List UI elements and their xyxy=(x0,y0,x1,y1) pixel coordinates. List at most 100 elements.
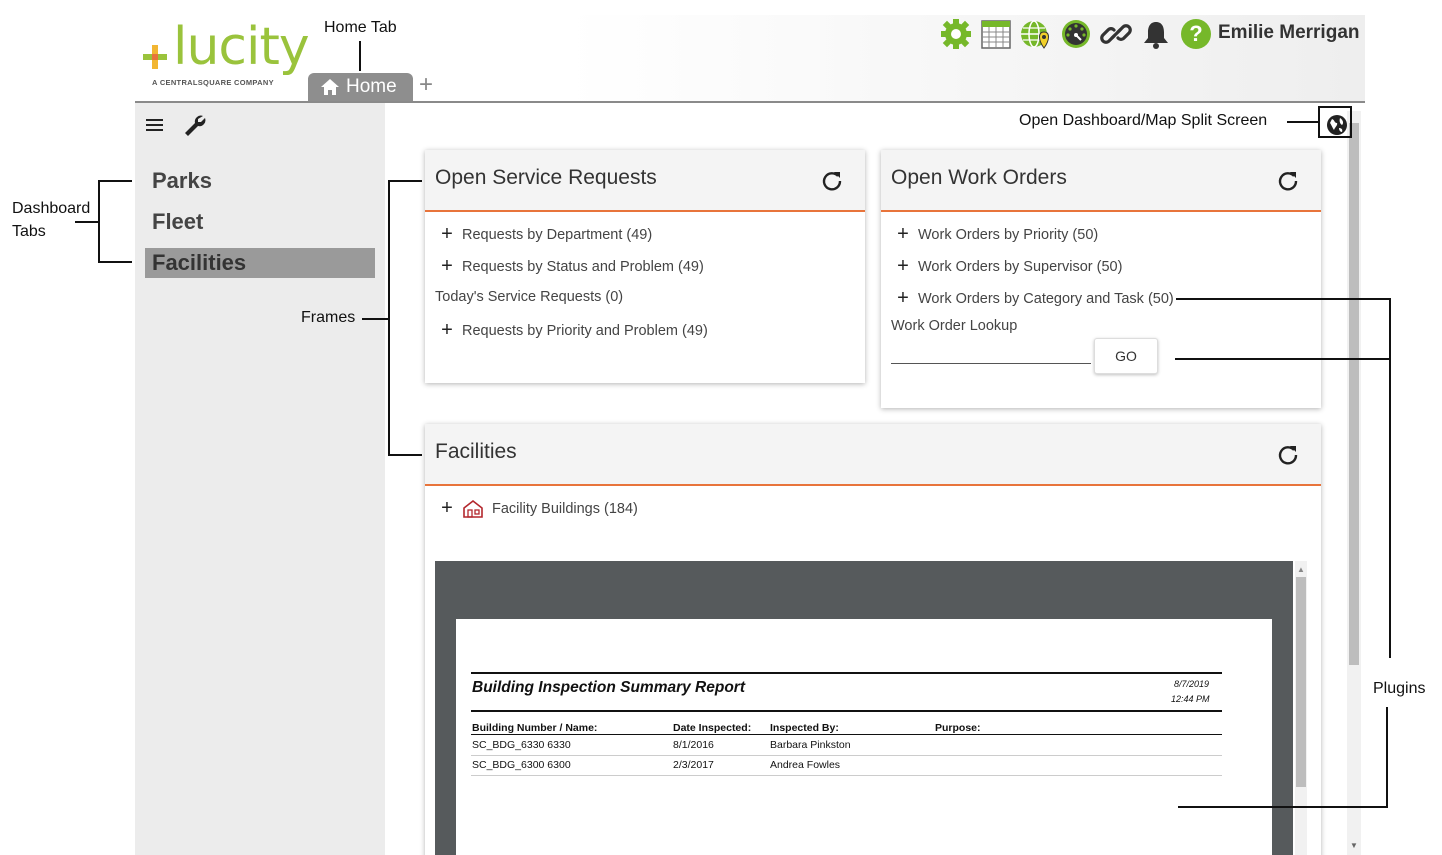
annotation-split-screen: Open Dashboard/Map Split Screen xyxy=(1019,112,1268,129)
user-name[interactable]: Emilie Merrigan xyxy=(1218,22,1360,44)
home-tab[interactable]: Home xyxy=(308,73,413,101)
building-icon xyxy=(463,499,483,518)
hamburger-menu-icon[interactable] xyxy=(146,117,164,133)
go-button[interactable]: GO xyxy=(1094,338,1158,374)
annotation-dashboard-tabs-1: Dashboard xyxy=(12,200,91,217)
report-cell: SC_BDG_6330 6330 xyxy=(472,739,571,751)
expand-plus-icon[interactable]: + xyxy=(438,497,456,520)
top-bar: lucity A CENTRALSQUARE COMPANY Home + ? … xyxy=(135,15,1365,103)
annotation-line xyxy=(98,180,132,182)
dashboard-tab-parks[interactable]: Parks xyxy=(145,166,375,196)
gear-icon[interactable] xyxy=(939,17,973,51)
list-item-label[interactable]: Work Orders by Priority (50) xyxy=(918,227,1098,243)
expand-plus-icon[interactable]: + xyxy=(438,255,456,278)
logo-plus-icon xyxy=(143,45,167,69)
list-item[interactable]: + Requests by Department (49) xyxy=(438,223,652,246)
logo-subtext: A CENTRALSQUARE COMPANY xyxy=(152,78,274,87)
annotation-line xyxy=(98,261,132,263)
globe-map-icon[interactable] xyxy=(1019,17,1053,51)
help-icon[interactable]: ? xyxy=(1179,17,1213,51)
report-column-header: Purpose: xyxy=(935,722,981,734)
report-cell: Andrea Fowles xyxy=(770,759,841,771)
report-cell: 2/3/2017 xyxy=(673,759,714,771)
annotation-home-tab: Home Tab xyxy=(324,19,397,36)
sidebar: Parks Fleet Facilities xyxy=(135,103,385,855)
list-item-label[interactable]: Today's Service Requests (0) xyxy=(435,289,623,305)
frame-title: Open Service Requests xyxy=(435,166,657,189)
frame-title: Open Work Orders xyxy=(891,166,1067,189)
list-item-label[interactable]: Requests by Status and Problem (49) xyxy=(462,259,704,275)
frame-header: Open Service Requests xyxy=(425,150,865,212)
report-row-divider xyxy=(471,755,1222,756)
list-item-label[interactable]: Requests by Department (49) xyxy=(462,227,652,243)
list-item[interactable]: + Requests by Status and Problem (49) xyxy=(438,255,704,278)
expand-plus-icon[interactable]: + xyxy=(894,287,912,310)
dashboard-tab-facilities[interactable]: Facilities xyxy=(145,248,375,278)
lucity-app-window: lucity A CENTRALSQUARE COMPANY Home + ? … xyxy=(135,15,1365,855)
list-item-label[interactable]: Facility Buildings (184) xyxy=(492,501,638,517)
list-item[interactable]: + Work Orders by Priority (50) xyxy=(894,223,1098,246)
frame-title: Facilities xyxy=(435,440,517,463)
report-rule xyxy=(471,734,1222,735)
expand-plus-icon[interactable]: + xyxy=(438,319,456,342)
list-item-label[interactable]: Work Orders by Category and Task (50) xyxy=(918,291,1174,307)
list-item[interactable]: Today's Service Requests (0) xyxy=(435,289,623,305)
list-item[interactable]: + Requests by Priority and Problem (49) xyxy=(438,319,708,342)
list-item[interactable]: + Work Orders by Category and Task (50) xyxy=(894,287,1174,310)
annotation-line xyxy=(1287,121,1318,123)
scroll-down-arrow-icon[interactable]: ▼ xyxy=(1350,841,1358,850)
add-tab-button[interactable]: + xyxy=(419,71,433,99)
frame-open-work-orders: Open Work Orders + Work Orders by Priorit… xyxy=(881,150,1321,408)
annotation-highlight-box xyxy=(1318,106,1352,138)
report-cell: 8/1/2016 xyxy=(673,739,714,751)
calendar-icon[interactable] xyxy=(979,17,1013,51)
report-rule xyxy=(471,710,1222,712)
annotation-line xyxy=(1389,298,1391,658)
logo-wordmark: lucity xyxy=(173,17,310,77)
dashboard-tab-label: Fleet xyxy=(152,209,204,234)
dashboard-dial-icon[interactable] xyxy=(1059,17,1093,51)
bell-icon[interactable] xyxy=(1139,17,1173,51)
scroll-up-arrow-icon[interactable]: ▲ xyxy=(1297,565,1305,574)
annotation-dashboard-tabs-2: Tabs xyxy=(12,223,46,240)
expand-plus-icon[interactable]: + xyxy=(438,223,456,246)
wrench-icon[interactable] xyxy=(183,113,207,137)
frame-facilities: Facilities + Facility Buildings (184) Bu… xyxy=(425,424,1321,855)
report-scrollbar-thumb[interactable] xyxy=(1296,577,1306,787)
home-icon xyxy=(321,79,339,95)
lookup-label: Work Order Lookup xyxy=(891,318,1018,334)
list-item[interactable]: + Work Orders by Supervisor (50) xyxy=(894,255,1122,278)
expand-plus-icon[interactable]: + xyxy=(894,255,912,278)
work-order-lookup-input[interactable] xyxy=(891,343,1091,364)
dashboard-tab-fleet[interactable]: Fleet xyxy=(145,207,375,237)
list-item[interactable]: + Facility Buildings (184) xyxy=(438,497,638,520)
report-scrollbar[interactable]: ▲ xyxy=(1295,561,1307,855)
annotation-line xyxy=(388,454,422,456)
frame-header: Open Work Orders xyxy=(881,150,1321,212)
report-column-header: Inspected By: xyxy=(770,722,839,734)
annotation-line xyxy=(388,180,422,182)
dashboard-content: Open Service Requests + Requests by Depar… xyxy=(385,103,1365,855)
annotation-line xyxy=(75,221,99,223)
main-scrollbar[interactable]: ▼ xyxy=(1347,111,1361,855)
list-item-label[interactable]: Requests by Priority and Problem (49) xyxy=(462,323,708,339)
report-cell: Barbara Pinkston xyxy=(770,739,851,751)
annotation-line xyxy=(1175,358,1390,360)
report-column-header: Date Inspected: xyxy=(673,722,752,734)
annotation-line xyxy=(1178,806,1388,808)
report-column-header: Building Number / Name: xyxy=(472,722,598,734)
main-scrollbar-thumb[interactable] xyxy=(1349,123,1359,665)
expand-plus-icon[interactable]: + xyxy=(894,223,912,246)
annotation-line xyxy=(1176,298,1390,300)
refresh-icon[interactable] xyxy=(1277,444,1299,466)
annotation-line xyxy=(362,318,389,320)
link-icon[interactable] xyxy=(1099,17,1133,51)
report-cell: SC_BDG_6300 6300 xyxy=(472,759,571,771)
refresh-icon[interactable] xyxy=(1277,170,1299,192)
report-rule xyxy=(471,672,1222,674)
list-item-label[interactable]: Work Orders by Supervisor (50) xyxy=(918,259,1122,275)
report-title: Building Inspection Summary Report xyxy=(472,679,745,696)
annotation-line xyxy=(1386,707,1388,808)
frame-header: Facilities xyxy=(425,424,1321,486)
refresh-icon[interactable] xyxy=(821,170,843,192)
